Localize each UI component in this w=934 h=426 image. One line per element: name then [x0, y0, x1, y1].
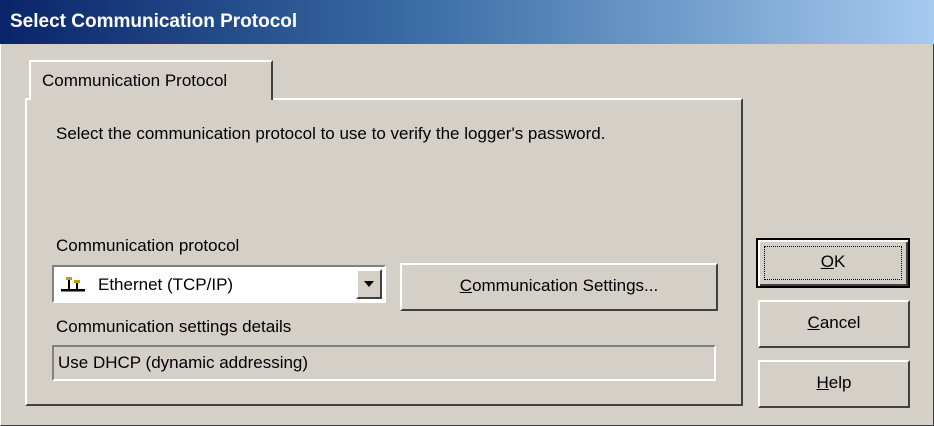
- chevron-down-icon: [364, 281, 374, 287]
- cancel-button[interactable]: Cancel: [758, 300, 910, 348]
- details-field: Use DHCP (dynamic addressing): [52, 345, 716, 381]
- protocol-select[interactable]: Ethernet (TCP/IP): [52, 265, 386, 303]
- intro-text: Select the communication protocol to use…: [56, 124, 606, 143]
- mnemonic: O: [820, 252, 834, 271]
- mnemonic: H: [816, 373, 829, 392]
- title-bar[interactable]: Select Communication Protocol: [0, 0, 934, 44]
- protocol-select-value: Ethernet (TCP/IP): [98, 275, 234, 294]
- window-title: Select Communication Protocol: [10, 11, 298, 32]
- tab-label: Communication Protocol: [42, 71, 228, 90]
- mnemonic: C: [459, 276, 473, 295]
- button-label: ommunication Settings...: [472, 276, 659, 295]
- tab-communication-protocol[interactable]: Communication Protocol: [29, 60, 273, 100]
- help-button[interactable]: Help: [758, 360, 910, 408]
- details-value: Use DHCP (dynamic addressing): [58, 353, 309, 372]
- ethernet-icon: [61, 277, 85, 292]
- ok-button[interactable]: OK: [756, 238, 910, 288]
- button-label: ancel: [819, 313, 861, 332]
- details-label: Communication settings details: [56, 317, 292, 336]
- communication-settings-button[interactable]: Communication Settings...: [400, 263, 718, 311]
- dropdown-button[interactable]: [356, 269, 382, 299]
- button-label: elp: [828, 373, 852, 392]
- mnemonic: C: [807, 313, 820, 332]
- protocol-label: Communication protocol: [56, 236, 240, 255]
- button-label: K: [833, 252, 846, 271]
